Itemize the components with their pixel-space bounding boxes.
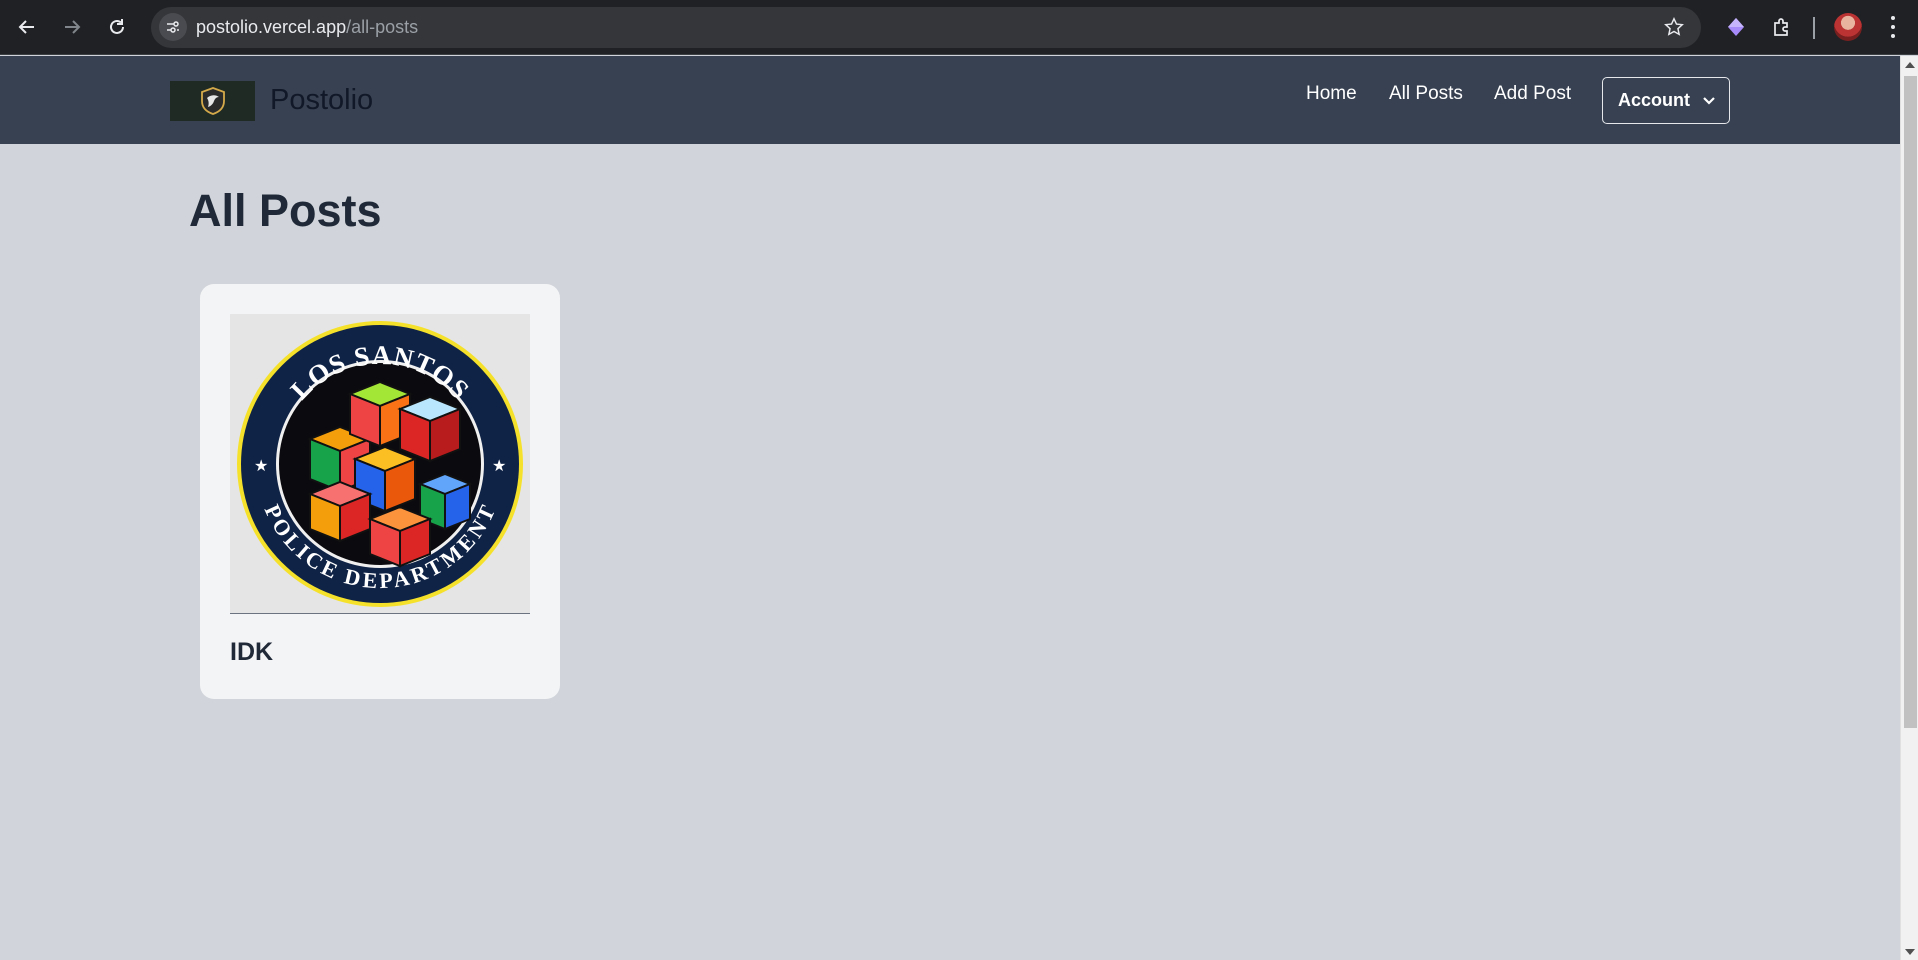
svg-text:★: ★ — [492, 456, 506, 475]
puzzle-icon[interactable] — [1769, 14, 1795, 40]
browser-menu-icon[interactable] — [1883, 14, 1903, 40]
police-seal-image: LOS SANTOS POLICE DEPARTMENT ★ ★ — [237, 321, 523, 607]
extension-gem-icon[interactable] — [1723, 14, 1749, 40]
reload-icon — [110, 19, 124, 34]
site-logo[interactable] — [170, 81, 255, 121]
back-button[interactable] — [12, 12, 42, 42]
browser-toolbar: postolio.vercel.app/all-posts — [0, 0, 1918, 55]
post-image[interactable]: LOS SANTOS POLICE DEPARTMENT ★ ★ — [230, 314, 530, 614]
account-dropdown-button[interactable]: Account — [1602, 77, 1730, 124]
nav-add-post-link[interactable]: Add Post — [1494, 83, 1571, 105]
chevron-down-icon — [1703, 96, 1715, 105]
page-scrollbar[interactable] — [1900, 56, 1918, 960]
scroll-thumb[interactable] — [1904, 76, 1917, 728]
brand-name[interactable]: Postolio — [270, 84, 373, 117]
nav-all-posts-link[interactable]: All Posts — [1389, 83, 1463, 105]
scroll-up-arrow-icon[interactable] — [1905, 62, 1915, 68]
reload-button[interactable] — [102, 12, 132, 42]
address-bar[interactable]: postolio.vercel.app/all-posts — [151, 7, 1701, 48]
url-path: /all-posts — [346, 17, 419, 37]
back-icon — [18, 20, 34, 34]
svg-text:★: ★ — [254, 456, 268, 475]
eagle-shield-icon — [200, 87, 225, 115]
site-navbar: Postolio Home All Posts Add Post Account — [0, 56, 1900, 144]
url-text: postolio.vercel.app/all-posts — [196, 17, 418, 38]
url-host: postolio.vercel.app — [196, 17, 347, 37]
post-card[interactable]: LOS SANTOS POLICE DEPARTMENT ★ ★ IDK — [200, 284, 560, 699]
toolbar-divider — [1813, 17, 1815, 39]
forward-icon — [65, 20, 81, 34]
profile-avatar[interactable] — [1834, 13, 1862, 41]
forward-button[interactable] — [57, 12, 87, 42]
site-info-icon[interactable] — [159, 13, 187, 41]
page-title: All Posts — [189, 185, 382, 236]
post-title[interactable]: IDK — [230, 638, 273, 667]
star-icon[interactable] — [1663, 16, 1685, 38]
scroll-down-arrow-icon[interactable] — [1905, 949, 1915, 955]
account-label: Account — [1618, 90, 1690, 110]
nav-home-link[interactable]: Home — [1306, 83, 1357, 105]
